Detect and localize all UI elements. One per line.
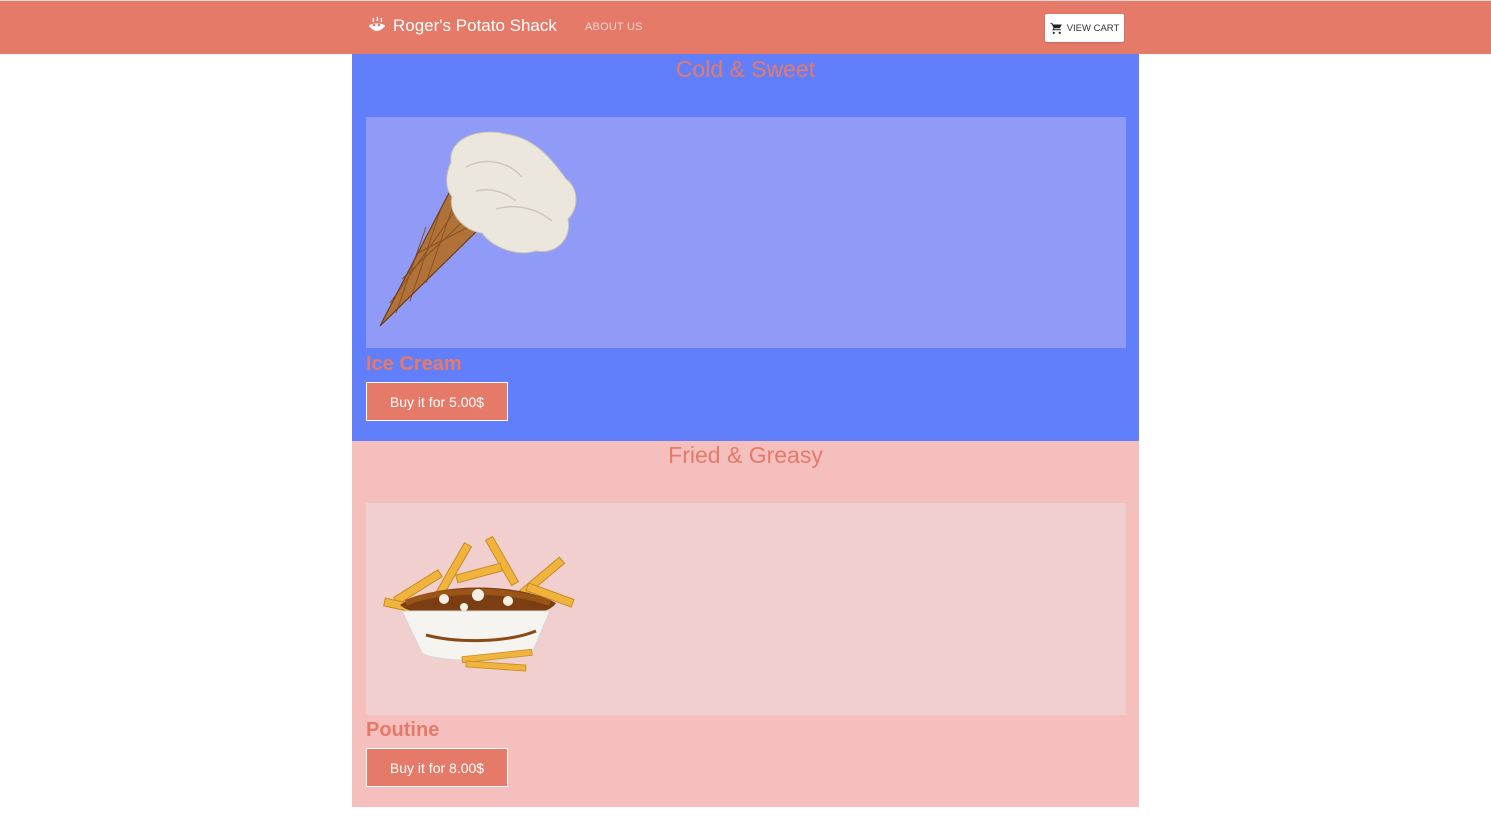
- brand-link[interactable]: Roger's Potato Shack: [366, 11, 557, 41]
- section-fried-greasy: Fried & Greasy Poutine Buy it for 8.00$: [352, 441, 1139, 807]
- potato-bowl-icon: [369, 16, 385, 31]
- item-name: Poutine: [366, 719, 440, 741]
- buy-poutine-button[interactable]: Buy it for 8.00$: [366, 748, 508, 787]
- item-image-area: [366, 503, 1126, 715]
- item-name: Ice Cream: [366, 353, 462, 375]
- section-title: Cold & Sweet: [675, 56, 816, 82]
- top-navbar: Roger's Potato Shack ABOUT US VIEW CART: [0, 0, 1491, 54]
- nav-about-us[interactable]: ABOUT US: [585, 21, 643, 33]
- section-title: Fried & Greasy: [668, 442, 823, 468]
- poutine-image: [383, 535, 575, 672]
- buy-ice-cream-button[interactable]: Buy it for 5.00$: [366, 382, 508, 421]
- view-cart-button[interactable]: VIEW CART: [1045, 14, 1124, 42]
- brand-name: Roger's Potato Shack: [393, 16, 557, 35]
- section-cold-sweet: Cold & Sweet Ice Cream Buy it for 5.00$: [352, 54, 1139, 441]
- cart-icon: [1050, 22, 1062, 34]
- item-image-area: [366, 117, 1126, 348]
- ice-cream-cone-image: [379, 131, 577, 327]
- view-cart-label: VIEW CART: [1066, 22, 1120, 34]
